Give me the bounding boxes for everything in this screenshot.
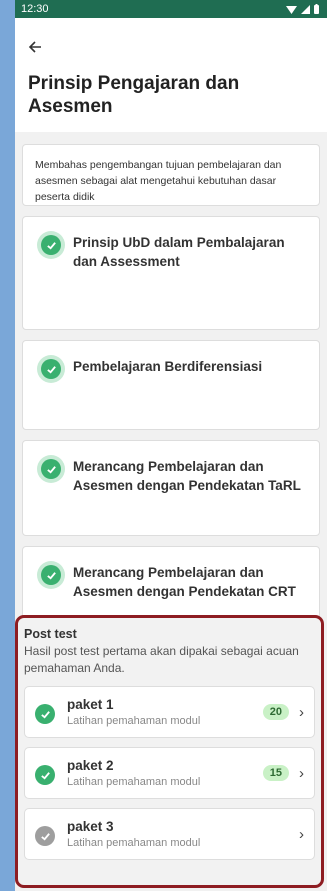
chevron-right-icon: ›: [299, 764, 304, 782]
chevron-right-icon: ›: [299, 703, 304, 721]
check-circle-icon: [41, 235, 61, 255]
check-circle-icon: [35, 765, 55, 785]
battery-icon: [314, 4, 319, 14]
post-test-subtitle: Hasil post test pertama akan dipakai seb…: [24, 644, 299, 675]
topic-title: Merancang Pembelajaran dan Asesmen denga…: [73, 565, 296, 599]
topic-title: Pembelajaran Berdiferensiasi: [73, 359, 263, 374]
package-name: paket 3: [67, 819, 114, 834]
check-circle-icon: [41, 459, 61, 479]
signal-icon: [301, 4, 310, 14]
wifi-icon: [286, 5, 297, 14]
check-circle-icon: [41, 565, 61, 585]
status-icons: [286, 4, 319, 14]
check-circle-icon: [35, 704, 55, 724]
status-time: 12:30: [21, 3, 49, 15]
package-text: paket 1 Latihan pemahaman modul: [67, 697, 263, 727]
topic-card[interactable]: Merancang Pembelajaran dan Asesmen denga…: [22, 440, 320, 536]
package-subtitle: Latihan pemahaman modul: [67, 776, 201, 788]
description-card: Membahas pengembangan tujuan pembelajara…: [22, 144, 320, 206]
package-name: paket 1: [67, 697, 114, 712]
package-subtitle: Latihan pemahaman modul: [67, 715, 201, 727]
status-bar: 12:30: [15, 0, 327, 18]
score-badge: 20: [262, 704, 289, 720]
post-test-section: Post test Hasil post test pertama akan d…: [15, 615, 324, 888]
app-bar: Prinsip Pengajaran dan Asesmen: [15, 18, 327, 132]
check-circle-icon: [41, 359, 61, 379]
post-test-title: Post test: [24, 627, 77, 641]
check-circle-icon: [35, 826, 55, 846]
topic-title: Merancang Pembelajaran dan Asesmen denga…: [73, 459, 301, 493]
package-subtitle: Latihan pemahaman modul: [67, 837, 201, 849]
package-item-1[interactable]: paket 1 Latihan pemahaman modul 20 ›: [24, 686, 315, 738]
score-badge: 15: [262, 765, 289, 781]
package-item-3[interactable]: paket 3 Latihan pemahaman modul ›: [24, 808, 315, 860]
topic-card[interactable]: Prinsip UbD dalam Pembalajaran dan Asses…: [22, 216, 320, 330]
app-screen: 12:30 Prinsip Pengajaran dan Asesmen Mem…: [15, 0, 327, 891]
package-text: paket 2 Latihan pemahaman modul: [67, 758, 263, 788]
back-button[interactable]: [15, 18, 327, 62]
package-name: paket 2: [67, 758, 114, 773]
page-title: Prinsip Pengajaran dan Asesmen: [28, 73, 240, 117]
topic-card[interactable]: Pembelajaran Berdiferensiasi: [22, 340, 320, 430]
arrow-left-icon: [28, 41, 41, 53]
topic-title: Prinsip UbD dalam Pembalajaran dan Asses…: [73, 235, 285, 269]
module-content: Membahas pengembangan tujuan pembelajara…: [15, 132, 327, 642]
package-text: paket 3 Latihan pemahaman modul: [67, 819, 299, 849]
package-item-2[interactable]: paket 2 Latihan pemahaman modul 15 ›: [24, 747, 315, 799]
chevron-right-icon: ›: [299, 825, 304, 843]
